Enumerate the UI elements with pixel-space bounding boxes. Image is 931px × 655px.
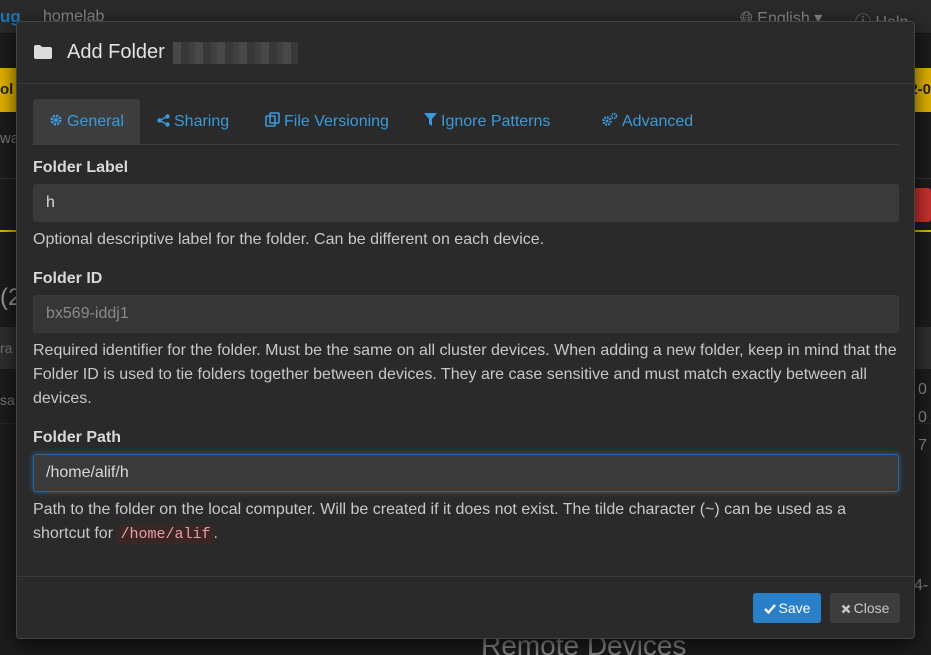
folder-label-help: Optional descriptive label for the folde… [33,231,545,248]
close-icon [841,604,850,614]
folder-label-input[interactable] [33,184,899,222]
home-path-code: /home/alif [117,525,214,544]
folder-path-input[interactable] [33,454,899,492]
check-icon [763,604,776,615]
folder-path-heading: Folder Path [33,429,122,446]
folder-label-heading: Folder Label [33,159,129,176]
background-value: 4- [914,577,929,594]
close-button[interactable]: Close [830,593,900,623]
tab-ignore-patterns[interactable]: Ignore Patterns [408,99,566,145]
background-value: 7 [918,437,927,454]
dialog-title: Add Folder [67,41,165,63]
gear-icon [50,114,62,126]
settings-tabs: General Sharing File Versioning Ignore P… [33,99,899,145]
folder-path-help: Path to the folder on the local computer… [33,501,847,544]
tab-sharing[interactable]: Sharing [141,99,245,145]
share-icon [157,114,170,127]
folder-id-heading: Folder ID [33,270,103,287]
copy-icon [265,112,280,127]
filter-icon [424,113,437,126]
background-value: 0 [918,381,927,398]
add-folder-dialog: Add Folder General Sharing File Versioni… [16,21,915,639]
background-value: 0 [918,409,927,426]
dialog-footer: Save Close [17,576,914,638]
folder-icon [34,45,52,59]
tab-file-versioning[interactable]: File Versioning [249,99,405,145]
tab-general[interactable]: General [33,99,140,145]
save-button[interactable]: Save [753,593,821,623]
cogs-icon [602,112,618,126]
dialog-header: Add Folder [17,22,914,84]
redacted-folder-name [173,42,298,64]
tab-advanced[interactable]: Advanced [585,99,709,145]
folder-id-input[interactable] [33,295,899,333]
folder-id-help: Required identifier for the folder. Must… [33,342,897,407]
